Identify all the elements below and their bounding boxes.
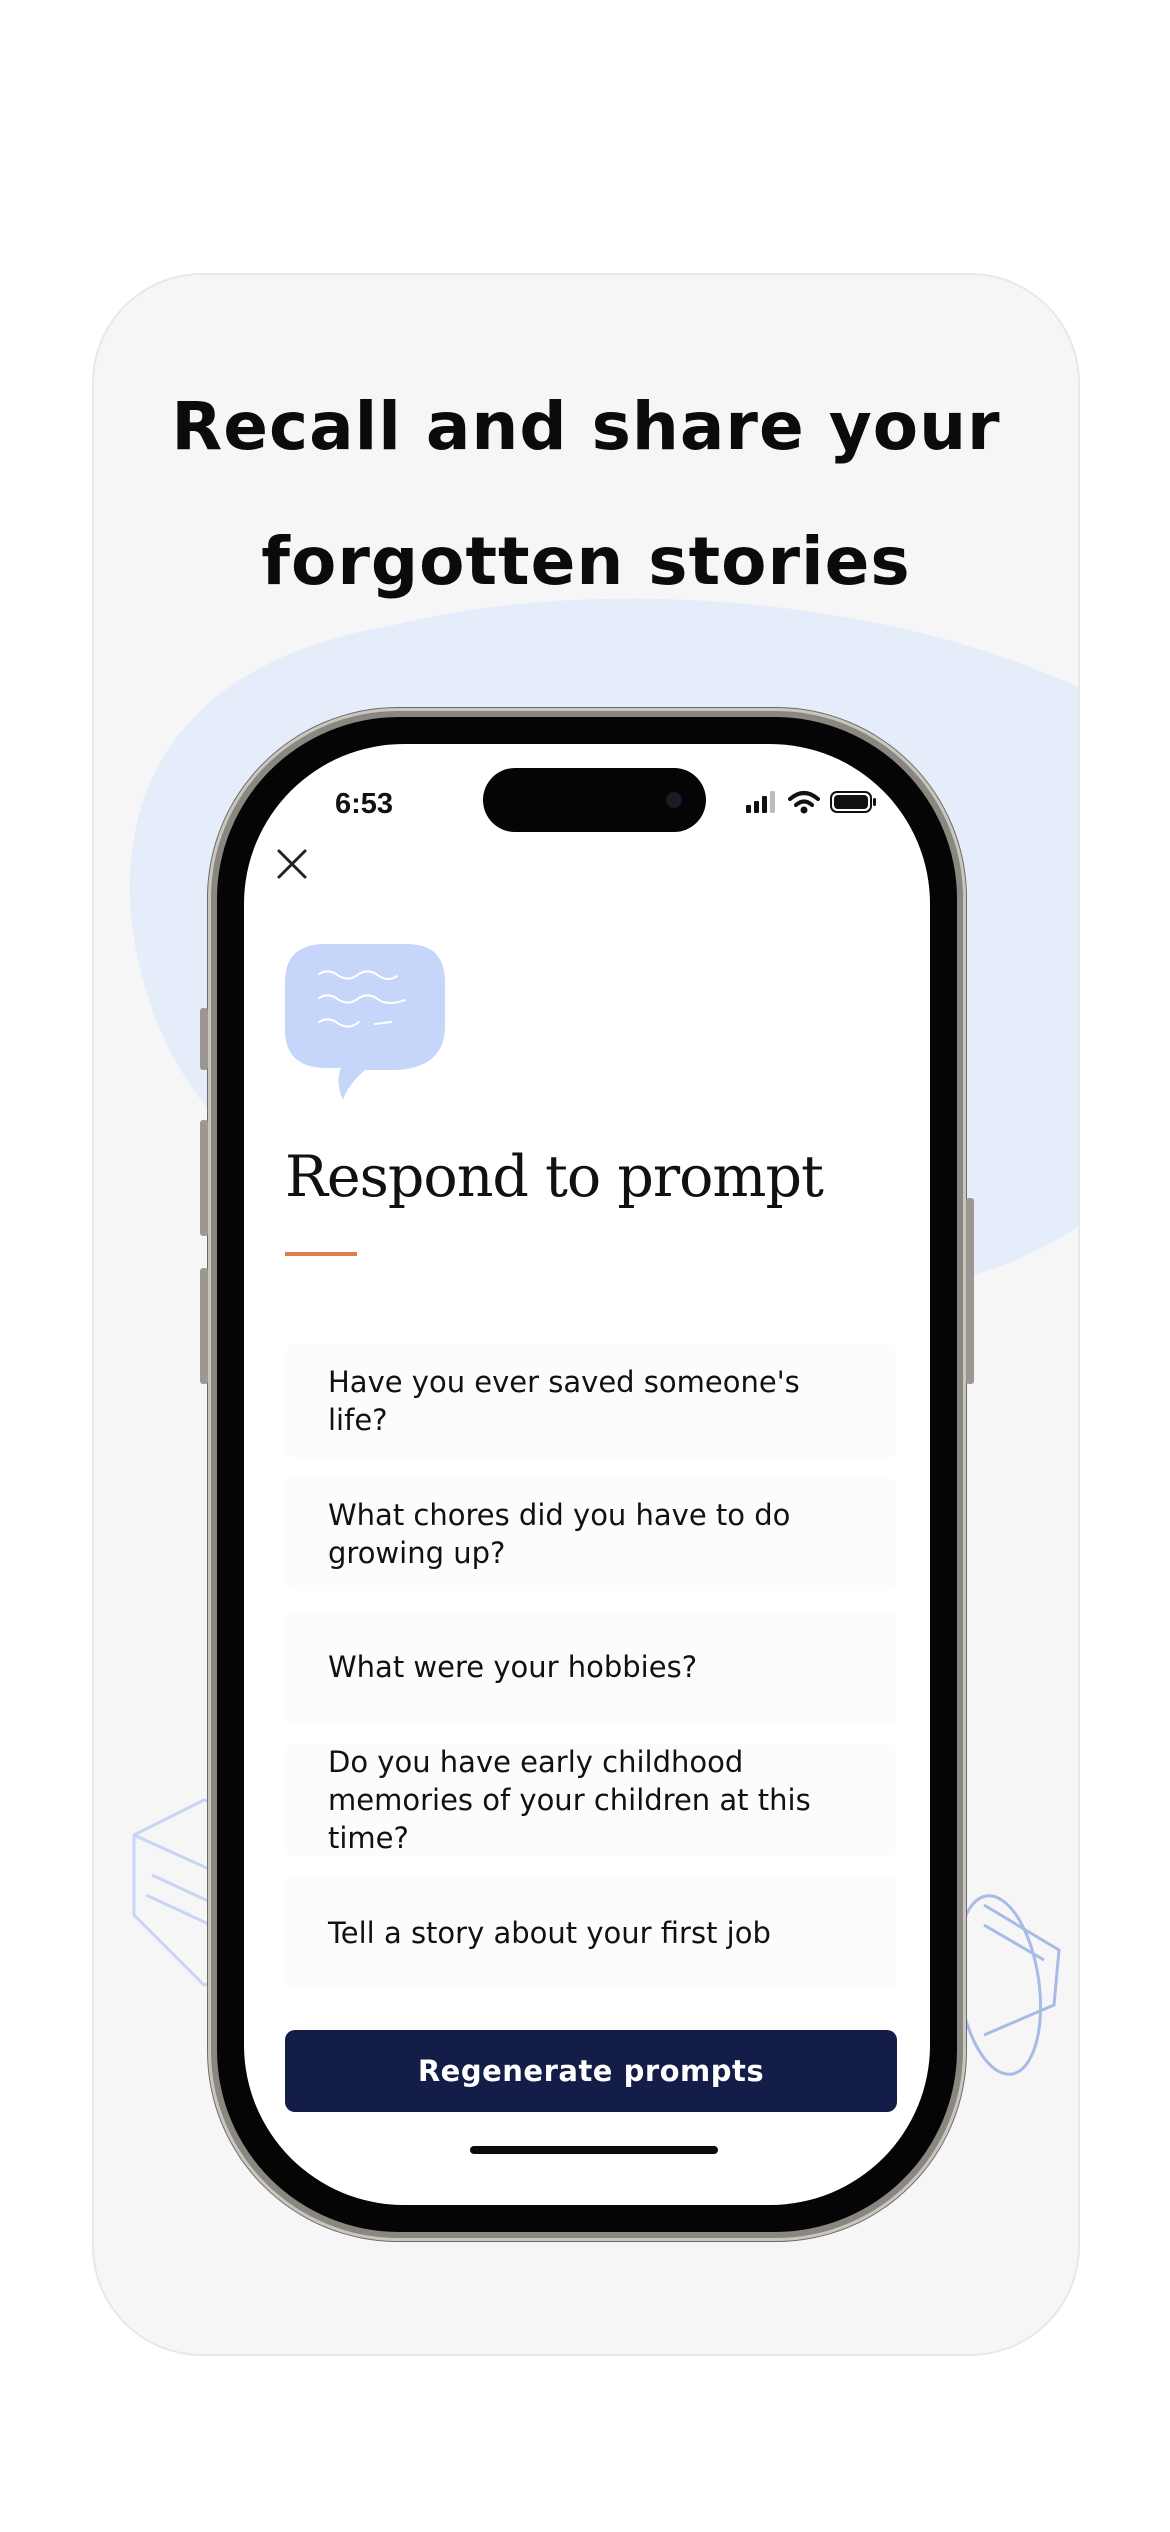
phone-screen: 6:53 Respond to prompt Have you ever sav… <box>244 744 930 2205</box>
prompt-text: Tell a story about your first job <box>328 1916 771 1950</box>
prompt-text: Do you have early childhood memories of … <box>328 1745 811 1855</box>
phone-mockup: 6:53 Respond to prompt Have you ever sav… <box>200 708 974 2241</box>
status-time: 6:53 <box>334 788 394 820</box>
battery-icon <box>830 791 876 813</box>
page-title: Respond to prompt <box>285 1144 824 1210</box>
close-icon[interactable] <box>270 842 314 886</box>
home-indicator[interactable] <box>470 2146 718 2154</box>
prompt-option[interactable]: Do you have early childhood memories of … <box>285 1743 897 1857</box>
phone-action-button <box>200 1008 208 1070</box>
dynamic-island <box>483 768 706 832</box>
phone-volume-up-button <box>200 1120 208 1236</box>
prompt-option[interactable]: Tell a story about your first job <box>285 1876 897 1990</box>
speech-bubble-icon <box>285 944 445 1100</box>
phone-volume-down-button <box>200 1268 208 1384</box>
prompt-text: Have you ever saved someone's life? <box>328 1365 800 1437</box>
phone-bezel: 6:53 Respond to prompt Have you ever sav… <box>217 717 957 2232</box>
prompt-text: What chores did you have to do growing u… <box>328 1498 791 1570</box>
title-accent-divider <box>285 1252 357 1256</box>
prompt-text: What were your hobbies? <box>328 1650 698 1684</box>
prompt-option[interactable]: What were your hobbies? <box>285 1610 897 1724</box>
camera-icon <box>666 792 682 808</box>
headline-line-1: Recall and share your <box>171 388 1001 465</box>
cellular-signal-icon <box>746 791 775 813</box>
headline-line-2: forgotten stories <box>261 523 911 600</box>
wifi-icon <box>788 791 820 814</box>
status-icons <box>746 790 878 814</box>
phone-power-button <box>966 1198 974 1384</box>
prompt-option[interactable]: What chores did you have to do growing u… <box>285 1477 897 1591</box>
regenerate-prompts-button[interactable]: Regenerate prompts <box>285 2030 897 2112</box>
prompt-option[interactable]: Have you ever saved someone's life? <box>285 1344 897 1458</box>
